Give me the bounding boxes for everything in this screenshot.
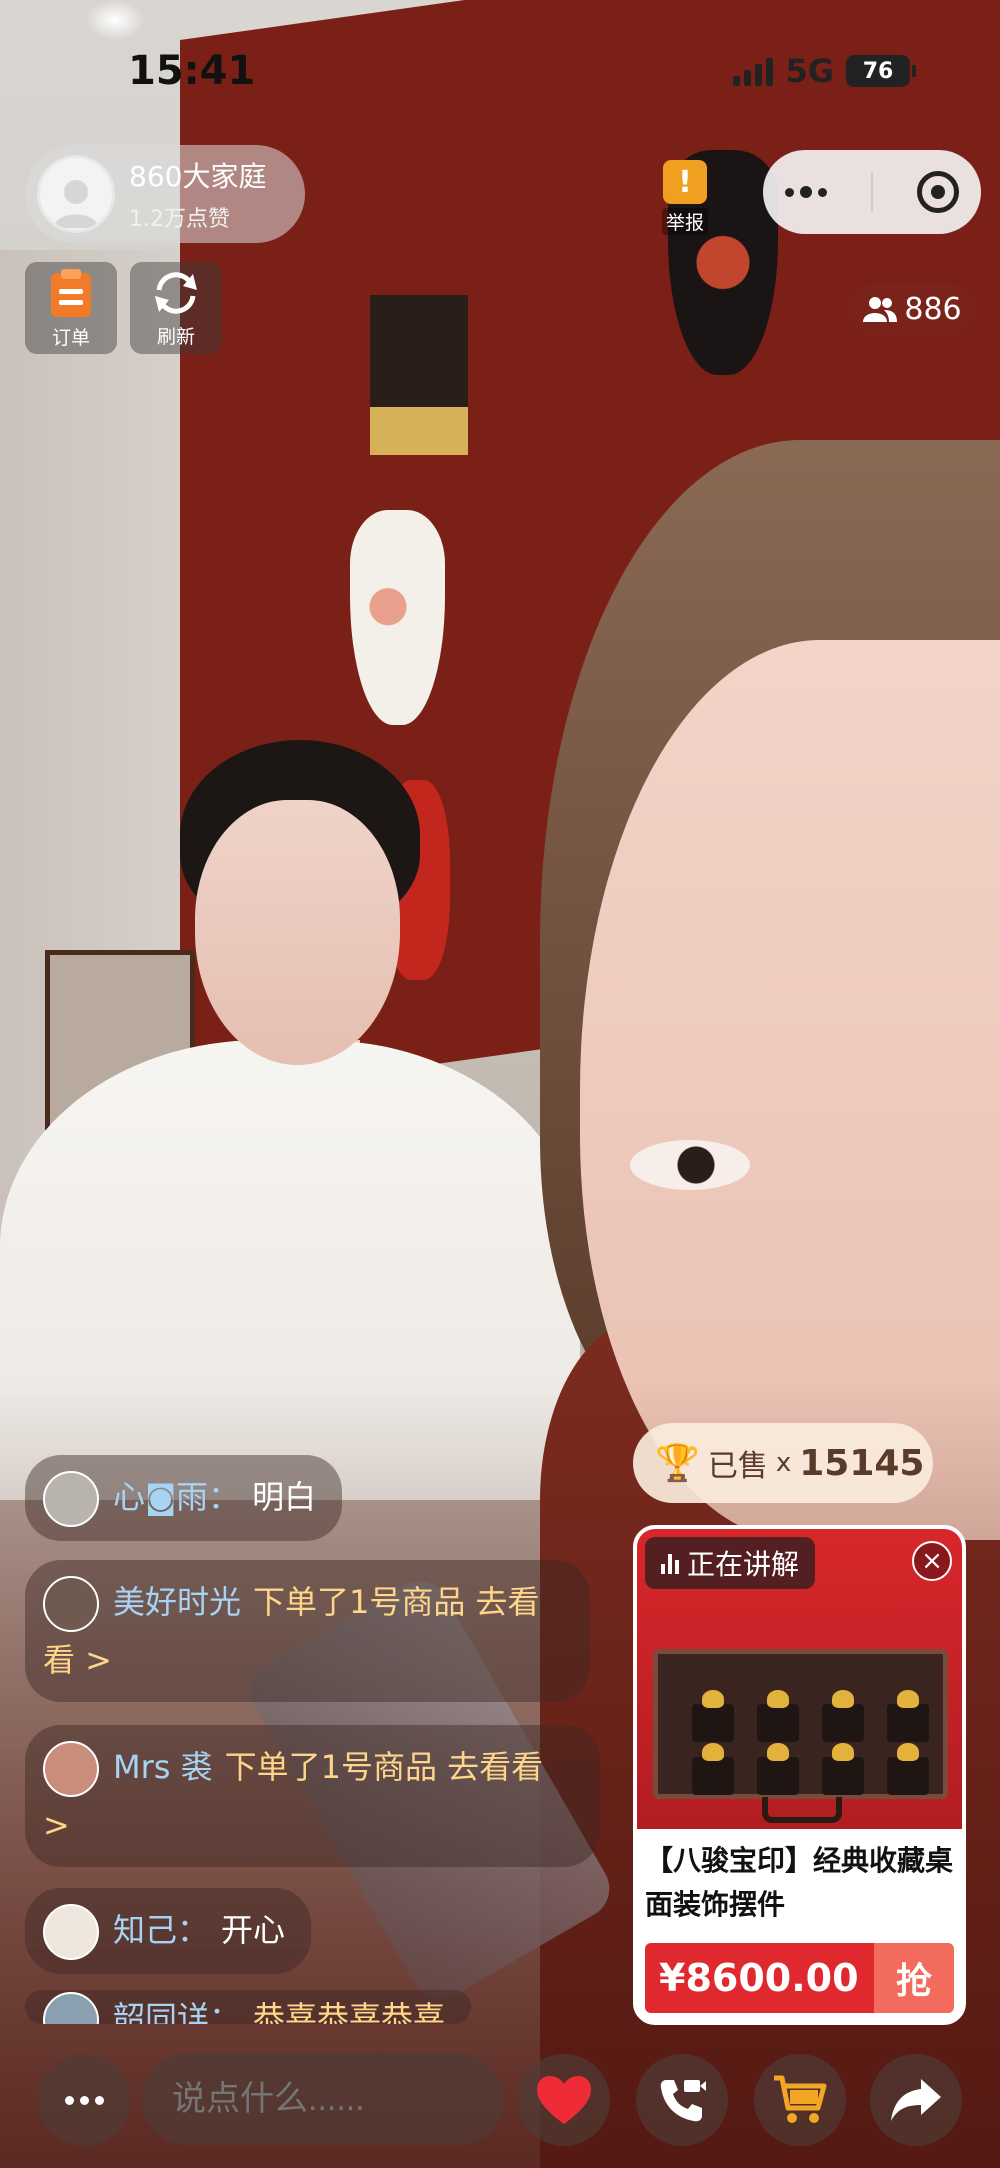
audio-bars-icon [661, 1552, 679, 1574]
comment-item[interactable]: 韶同详： 恭喜恭喜恭喜 [25, 1990, 472, 2024]
comment-user: 美好时光 [113, 1583, 242, 1621]
viewer-count: 886 [904, 291, 962, 327]
comment-item[interactable]: Mrs 裘下单了1号商品 去看看 > [25, 1725, 600, 1867]
explaining-badge: 正在讲解 [645, 1537, 816, 1589]
gold-box [370, 295, 468, 455]
buy-button[interactable]: 抢 [874, 1943, 954, 2013]
comment-user: 心◙雨： [113, 1478, 241, 1516]
signal-icon [733, 56, 774, 86]
order-icon [51, 268, 91, 317]
capsule-divider [871, 172, 873, 212]
target-icon[interactable] [917, 171, 959, 213]
share-icon [891, 2079, 941, 2121]
product-price: ¥8600.00 [645, 1943, 874, 2013]
avatar [43, 1471, 99, 1527]
report-label: 举报 [661, 208, 708, 235]
video-call-button[interactable] [636, 2054, 728, 2146]
product-card[interactable]: 正在讲解 × 【八骏宝印】经典收藏桌面装饰摆件 ¥8600.00 抢 [633, 1525, 966, 2025]
video-call-icon [660, 2080, 706, 2122]
sold-count: 15145 [799, 1442, 925, 1484]
avatar [43, 1904, 99, 1960]
status-indicators: 5G 76 [733, 52, 916, 90]
share-button[interactable] [870, 2054, 962, 2146]
report-icon: ! [663, 160, 707, 204]
mini-program-capsule [763, 150, 981, 234]
status-time: 15:41 [128, 48, 256, 94]
product-image[interactable]: 正在讲解 × [637, 1529, 962, 1829]
comment-input[interactable] [142, 2053, 504, 2145]
orders-label: 订单 [51, 326, 90, 349]
viewers-icon [863, 297, 898, 322]
cart-icon [774, 2075, 827, 2123]
host-likes: 1.2万点赞 [129, 207, 230, 232]
comment-text: 开心 [221, 1911, 286, 1949]
more-dots-icon [64, 2095, 104, 2105]
like-button[interactable] [518, 2054, 610, 2146]
host-card[interactable]: 860大家庭 1.2万点赞 [25, 145, 305, 243]
user-icon [54, 180, 98, 228]
avatar [43, 1576, 99, 1632]
comment-text: 明白 [252, 1478, 317, 1516]
viewer-count-badge[interactable]: 886 [848, 283, 976, 335]
more-button[interactable] [38, 2054, 130, 2146]
comment-item[interactable]: 美好时光 下单了1号商品 去看看 > [25, 1560, 590, 1702]
trophy-icon: 🏆 [655, 1443, 700, 1484]
comment-item[interactable]: 知己： 开心 [25, 1888, 312, 1974]
product-title[interactable]: 【八骏宝印】经典收藏桌面装饰摆件 [637, 1829, 962, 1927]
report-button[interactable]: ! 举报 [645, 160, 725, 240]
comment-user: Mrs 裘 [113, 1748, 213, 1786]
case-handle [762, 1797, 842, 1823]
network-type: 5G [785, 52, 834, 90]
price-row[interactable]: ¥8600.00 抢 [645, 1943, 954, 2013]
comment-user: 韶同详： [113, 1999, 242, 2024]
comment-action-link: 恭喜恭喜恭喜 [253, 1999, 446, 2024]
close-icon[interactable]: × [912, 1541, 952, 1581]
comment-item[interactable]: 心◙雨： 明白 [25, 1455, 343, 1541]
more-dots-icon[interactable] [785, 186, 827, 198]
comment-user: 知己： [113, 1911, 210, 1949]
refresh-icon [155, 271, 197, 314]
explaining-label: 正在讲解 [687, 1548, 800, 1581]
orders-button[interactable]: 订单 [25, 262, 117, 354]
battery-icon: 76 [846, 55, 916, 87]
avatar [43, 1741, 99, 1797]
sold-multiplier: x [775, 1448, 792, 1478]
host-avatar[interactable] [37, 155, 115, 233]
sold-label: 已售 [707, 1449, 768, 1484]
refresh-label: 刷新 [156, 325, 195, 348]
ceiling-light [85, 0, 145, 40]
refresh-button[interactable]: 刷新 [130, 262, 222, 354]
host-name: 860大家庭 [129, 160, 267, 193]
heart-icon [537, 2076, 591, 2124]
cart-button[interactable] [754, 2054, 846, 2146]
sold-count-badge: 🏆 已售 x 15145 [633, 1423, 933, 1503]
avatar [43, 1992, 99, 2024]
